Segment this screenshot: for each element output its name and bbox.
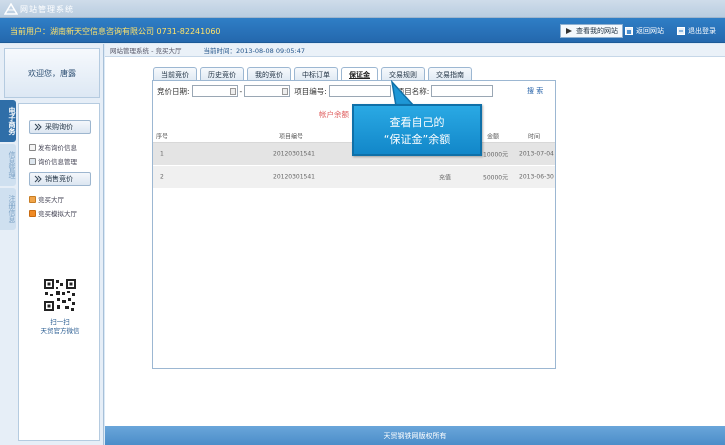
menu-item-inquiry-manage-label: 询价信息管理 <box>38 158 77 166</box>
current-user-text: 当前用户：湖南新天空信息咨询有限公司 0731-82241060 <box>10 27 221 36</box>
rss-icon <box>29 209 36 217</box>
tab-deposit[interactable]: 保证金 <box>341 67 378 81</box>
home-icon <box>625 27 633 35</box>
double-chevron-icon <box>34 175 42 183</box>
vtab-register-info[interactable]: 注册信息 <box>0 188 16 230</box>
title-bar: 网站管理系统 <box>0 0 725 18</box>
welcome-box: 欢迎您，唐露 <box>4 48 100 98</box>
col-header-time: 时间 <box>528 133 541 140</box>
menu-item-simulated-hall[interactable]: 竞买模拟大厅 <box>29 208 77 218</box>
account-balance-label: 帐户余额 <box>319 110 349 119</box>
user-bar: 当前用户：湖南新天空信息咨询有限公司 0731-82241060 查看我的网站 … <box>0 18 725 43</box>
vtab-register-info-label: 注册信息 <box>8 195 16 223</box>
back-to-site-label: 返回网站 <box>636 27 664 35</box>
qr-caption-wechat: 天贸官方微信 <box>40 327 80 335</box>
logout-button[interactable]: 退出登录 <box>677 24 716 38</box>
project-no-label: 项目编号: <box>294 86 327 96</box>
sidebar: 欢迎您，唐露 电子商务 信息管理 注册信息 采购询价 发布询价信息 询价信息管理… <box>0 44 104 445</box>
filter-bar: 竞价日期: - 项目编号: 项目名称: <box>157 85 495 97</box>
menu-item-simulated-hall-label: 竞买模拟大厅 <box>38 210 77 218</box>
menu-item-publish-inquiry-label: 发布询价信息 <box>38 144 77 152</box>
vtab-ecommerce-label: 电子商务 <box>8 107 16 135</box>
bid-date-label: 竞价日期: <box>157 86 190 96</box>
project-name-input[interactable] <box>431 85 494 97</box>
menu-item-inquiry-manage[interactable]: 询价信息管理 <box>29 156 77 166</box>
logout-label: 退出登录 <box>688 27 716 35</box>
col-header-no: 序号 <box>156 133 169 140</box>
app-title: 网站管理系统 <box>20 5 74 14</box>
breadcrumb: 网站管理系统 - 竞买大厅 <box>110 47 182 55</box>
section-header-purchase-inquiry-label: 采购询价 <box>45 123 73 131</box>
tab-won-orders[interactable]: 中标订单 <box>294 67 338 81</box>
exit-icon <box>677 27 685 35</box>
tab-trade-guide-label: 交易指南 <box>436 70 464 79</box>
hall-icon <box>29 195 36 203</box>
menu-item-bidding-hall[interactable]: 竞买大厅 <box>29 194 64 204</box>
row-amount: 50000元 <box>483 174 509 182</box>
footer-copyright: 天贸钢铁网版权所有 <box>383 431 447 440</box>
col-header-amount: 金额 <box>487 133 500 140</box>
vtab-info-manage[interactable]: 信息管理 <box>0 144 16 186</box>
row-time: 2013-07-04 <box>519 150 554 158</box>
tab-deposit-label: 保证金 <box>349 70 370 79</box>
calendar-icon[interactable] <box>229 88 236 95</box>
double-chevron-icon <box>34 123 42 131</box>
menu-item-bidding-hall-label: 竞买大厅 <box>38 196 64 204</box>
row-time: 2013-06-30 <box>519 173 554 181</box>
project-no-input[interactable] <box>328 85 391 97</box>
tab-my-bidding-label: 我的竞价 <box>255 70 283 79</box>
row-no: 2 <box>160 173 164 181</box>
breadcrumb-bar: 网站管理系统 - 竞买大厅 当前时间：2013-08-08 09:05:47 <box>105 44 725 57</box>
date-range-dash: - <box>239 86 243 96</box>
section-header-sales-bidding-label: 销售竞价 <box>45 175 73 183</box>
section-header-purchase-inquiry[interactable]: 采购询价 <box>29 120 91 134</box>
row-project-no: 20120301541 <box>273 173 315 181</box>
tab-trade-rules[interactable]: 交易规则 <box>381 67 425 81</box>
arrow-icon <box>566 28 572 34</box>
list-icon <box>29 157 36 165</box>
tab-history-bidding-label: 历史竞价 <box>208 70 236 79</box>
menu-panel: 采购询价 发布询价信息 询价信息管理 销售竞价 竞买大厅 竞买模拟大厅 扫一扫 … <box>18 103 100 441</box>
end-date-input[interactable] <box>244 85 291 97</box>
view-my-site-label: 查看我的网站 <box>576 27 618 35</box>
callout-line-2: “保证金”余额 <box>383 133 451 146</box>
tab-trade-rules-label: 交易规则 <box>389 70 417 79</box>
view-my-site-button[interactable]: 查看我的网站 <box>560 24 623 38</box>
app-logo-icon <box>4 3 18 15</box>
table-row: 2 20120301541 充值 50000元 2013-06-30 <box>153 166 555 188</box>
row-amount: 10000元 <box>483 151 509 159</box>
footer: 天贸钢铁网版权所有 <box>105 426 725 445</box>
welcome-text: 欢迎您，唐露 <box>28 68 76 78</box>
tab-history-bidding[interactable]: 历史竞价 <box>200 67 244 81</box>
row-no: 1 <box>160 150 164 158</box>
tab-won-orders-label: 中标订单 <box>302 70 330 79</box>
vtab-info-manage-label: 信息管理 <box>8 151 16 179</box>
row-type: 充值 <box>439 174 452 182</box>
tutorial-callout: 查看自己的 “保证金”余额 <box>352 104 482 156</box>
section-header-sales-bidding[interactable]: 销售竞价 <box>29 172 91 186</box>
tab-current-bidding-label: 当前竞价 <box>161 70 189 79</box>
tab-current-bidding[interactable]: 当前竞价 <box>153 67 197 81</box>
search-button[interactable]: 搜 索 <box>527 86 543 96</box>
document-icon <box>29 143 36 151</box>
col-header-project-no: 项目编号 <box>279 133 304 140</box>
start-date-input[interactable] <box>191 85 238 97</box>
vertical-tabs: 电子商务 信息管理 注册信息 <box>0 100 16 232</box>
row-project-no: 20120301541 <box>273 150 315 158</box>
calendar-icon[interactable] <box>282 88 289 95</box>
current-time: 当前时间：2013-08-08 09:05:47 <box>203 47 306 55</box>
qr-code-icon <box>43 278 77 312</box>
callout-line-1: 查看自己的 <box>389 116 445 129</box>
tab-bar: 当前竞价 历史竞价 我的竞价 中标订单 保证金 交易规则 交易指南 <box>153 67 472 81</box>
back-to-site-button[interactable]: 返回网站 <box>625 24 664 38</box>
menu-item-publish-inquiry[interactable]: 发布询价信息 <box>29 142 77 152</box>
tab-my-bidding[interactable]: 我的竞价 <box>247 67 291 81</box>
vtab-ecommerce[interactable]: 电子商务 <box>0 100 16 142</box>
tab-trade-guide[interactable]: 交易指南 <box>428 67 472 81</box>
